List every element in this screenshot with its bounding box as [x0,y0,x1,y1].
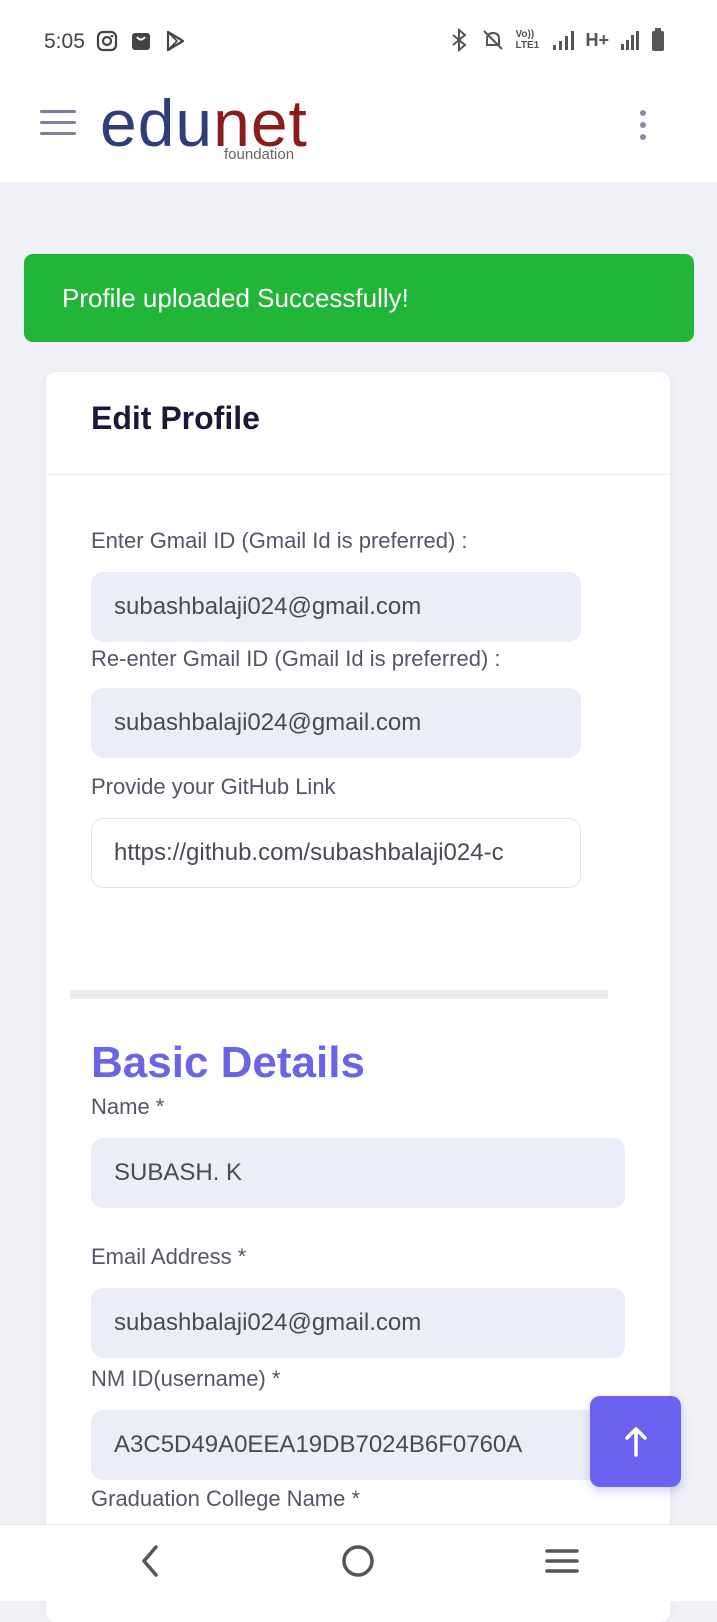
battery-icon [652,28,664,51]
email-input[interactable]: subashbalaji024@gmail.com [91,1288,625,1358]
volte-icon: Vo)) LTE1 [515,29,540,51]
college-label: Graduation College Name * [91,1486,361,1511]
success-alert: Profile uploaded Successfully! [24,254,694,342]
github-input[interactable]: https://github.com/subashbalaji024-c [91,818,581,888]
regmail-input[interactable]: subashbalaji024@gmail.com [91,688,581,758]
back-icon[interactable] [136,1543,166,1579]
name-label: Name * [91,1094,165,1119]
signal-icon [553,31,575,50]
shopping-bag-icon [132,33,150,50]
system-icons: Vo)) LTE1 H+ [449,28,665,52]
nmid-label: NM ID(username) * [91,1366,281,1391]
card-title: Edit Profile [91,400,260,436]
basic-details-title: Basic Details [91,1038,365,1087]
kebab-menu-icon[interactable] [639,110,647,142]
app-header: edunet foundation [0,84,717,182]
notification-icons [96,30,186,52]
bell-off-icon [483,30,504,50]
arrow-up-icon [624,1426,647,1457]
status-bar: 5:05 Vo)) LTE1 H+ [0,0,717,84]
bluetooth-icon [452,28,468,52]
email-label: Email Address * [91,1244,247,1269]
home-icon[interactable] [340,1543,376,1579]
gmail-label: Enter Gmail ID (Gmail Id is preferred) : [91,528,468,553]
edit-profile-card: Edit Profile Enter Gmail ID (Gmail Id is… [46,372,670,1622]
h-plus-icon: H+ [585,29,609,50]
nmid-input[interactable]: A3C5D49A0EEA19DB7024B6F0760A [91,1410,625,1480]
alert-message: Profile uploaded Successfully! [62,282,409,313]
scroll-top-button[interactable] [590,1396,681,1487]
system-nav-bar [0,1524,717,1601]
recents-icon[interactable] [544,1543,580,1579]
edunet-logo[interactable]: edunet foundation [100,86,308,163]
name-input[interactable]: SUBASH. K [91,1138,625,1208]
logo-subtitle: foundation [224,146,295,163]
github-label: Provide your GitHub Link [91,774,336,799]
section-divider [70,990,608,999]
signal-icon [621,31,639,50]
regmail-label: Re-enter Gmail ID (Gmail Id is preferred… [91,646,501,671]
gmail-input[interactable]: subashbalaji024@gmail.com [91,572,581,642]
card-divider [46,474,670,475]
hamburger-icon[interactable] [40,110,76,140]
play-store-icon [166,30,185,52]
instagram-icon [96,30,118,52]
logo-text-edu: edu [100,86,214,160]
status-time: 5:05 [44,30,85,53]
